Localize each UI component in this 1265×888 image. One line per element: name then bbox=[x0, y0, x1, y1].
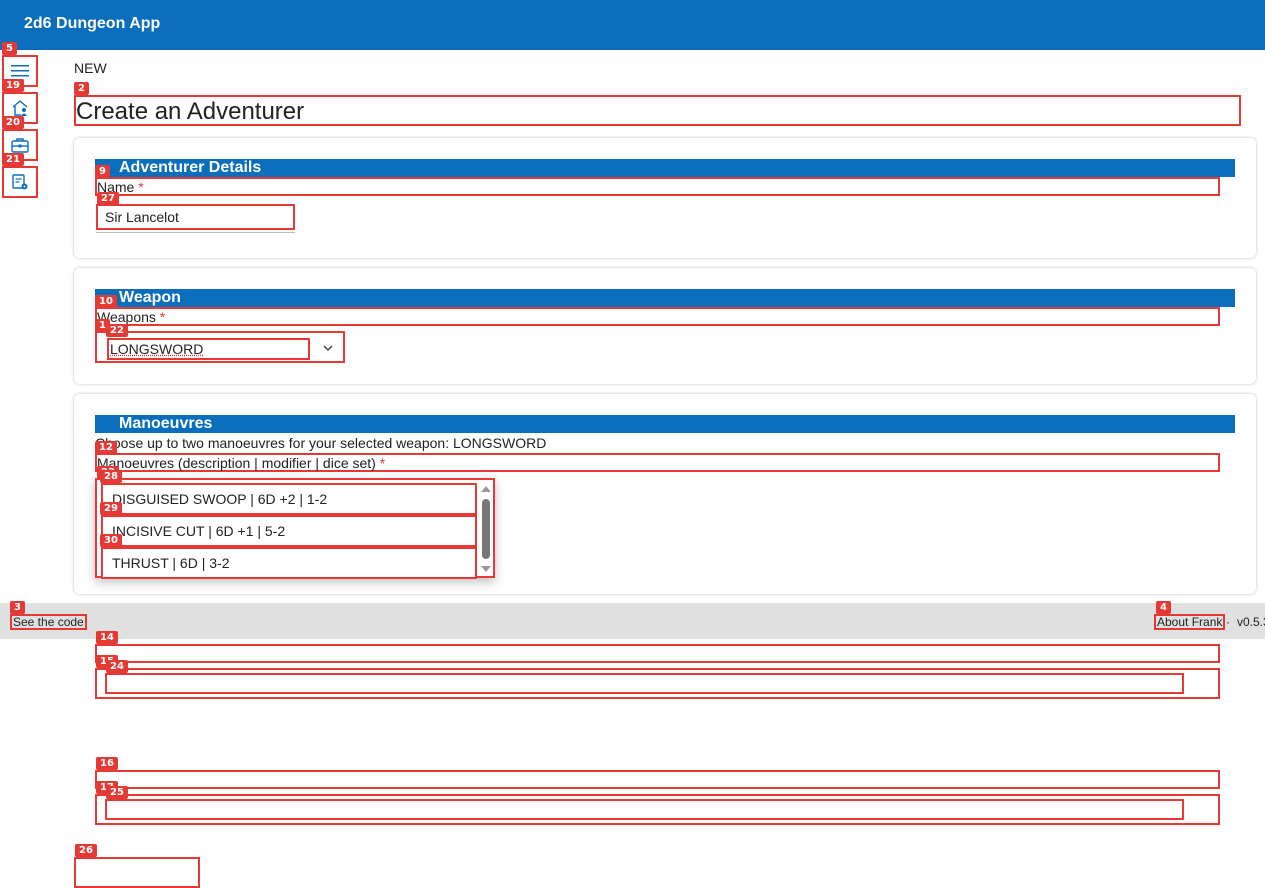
manoeuvres-listbox[interactable]: DISGUISED SWOOP | 6D +2 | 1-2 INCISIVE C… bbox=[95, 478, 495, 578]
title-badge: 2 bbox=[74, 82, 89, 95]
region-badge: 26 bbox=[75, 844, 97, 857]
weapon-heading: Weapon bbox=[95, 289, 1235, 307]
app-title: 2d6 Dungeon App bbox=[24, 15, 160, 33]
chevron-down-icon[interactable] bbox=[321, 341, 335, 355]
hidden-submit-button[interactable] bbox=[74, 857, 200, 888]
sheet-badge: 21 bbox=[2, 153, 24, 166]
hidden-field-label bbox=[95, 644, 1220, 663]
listbox-scrollbar[interactable] bbox=[479, 482, 491, 576]
app-bar: 2d6 Dungeon App bbox=[0, 0, 1265, 50]
hidden-field-input[interactable] bbox=[105, 673, 1184, 694]
option-badge: 28 bbox=[100, 470, 122, 483]
hamburger-icon bbox=[11, 64, 29, 78]
region-badge: 25 bbox=[106, 786, 128, 799]
manoeuvres-label-text: Manoeuvres (description | modifier | dic… bbox=[97, 455, 376, 471]
code-link-badge: 3 bbox=[10, 601, 25, 614]
required-marker: * bbox=[138, 179, 143, 195]
scroll-up-icon[interactable] bbox=[481, 486, 491, 492]
manoeuvres-heading: Manoeuvres bbox=[95, 415, 1235, 433]
see-the-code-link[interactable]: See the code bbox=[10, 614, 87, 630]
character-sheet-button[interactable] bbox=[2, 166, 38, 198]
details-heading: Adventurer Details bbox=[95, 159, 1235, 177]
about-link-badge: 4 bbox=[1156, 601, 1171, 614]
manoeuvre-option[interactable]: DISGUISED SWOOP | 6D +2 | 1-2 bbox=[101, 483, 477, 515]
page-title: Create an Adventurer bbox=[74, 95, 1241, 126]
details-card bbox=[74, 138, 1256, 258]
name-input-underline bbox=[96, 232, 295, 233]
manoeuvre-option[interactable]: THRUST | 6D | 3-2 bbox=[101, 547, 477, 579]
required-marker: * bbox=[160, 309, 165, 325]
option-badge: 29 bbox=[100, 502, 122, 515]
status-label: NEW bbox=[74, 60, 107, 76]
about-frank-link[interactable]: About Frank bbox=[1154, 614, 1225, 630]
hidden-field-label bbox=[95, 770, 1220, 789]
scroll-down-icon[interactable] bbox=[481, 566, 491, 572]
weapon-card bbox=[74, 268, 1256, 384]
required-marker: * bbox=[380, 455, 385, 471]
home-badge: 19 bbox=[2, 79, 24, 92]
menu-badge: 5 bbox=[2, 42, 17, 55]
version-label: v0.5.3 bbox=[1237, 614, 1265, 630]
inventory-badge: 20 bbox=[2, 116, 24, 129]
home-user-icon bbox=[11, 99, 29, 117]
scrollbar-thumb[interactable] bbox=[482, 499, 490, 559]
hidden-field-input[interactable] bbox=[105, 799, 1184, 820]
toolbox-icon bbox=[11, 137, 29, 153]
region-badge: 14 bbox=[96, 631, 118, 644]
manoeuvres-label: Manoeuvres (description | modifier | dic… bbox=[95, 453, 1220, 472]
region-badge: 24 bbox=[106, 660, 128, 673]
weapon-select-input[interactable]: LONGSWORD bbox=[107, 338, 310, 360]
weapon-value-badge: 22 bbox=[106, 324, 128, 337]
manoeuvres-label-badge: 12 bbox=[95, 441, 117, 454]
name-label: Name * bbox=[95, 177, 1220, 196]
name-label-badge: 9 bbox=[95, 165, 110, 178]
sheet-settings-icon bbox=[11, 173, 29, 191]
manoeuvre-option[interactable]: INCISIVE CUT | 6D +1 | 5-2 bbox=[101, 515, 477, 547]
name-input-badge: 27 bbox=[97, 192, 119, 205]
footer: See the code About Frank · v0.5.3 bbox=[0, 603, 1265, 639]
option-badge: 30 bbox=[100, 534, 122, 547]
weapons-label: Weapons * bbox=[95, 307, 1220, 326]
name-input[interactable]: Sir Lancelot bbox=[96, 204, 295, 230]
weapon-select[interactable]: LONGSWORD bbox=[95, 331, 345, 363]
footer-separator: · bbox=[1226, 614, 1230, 630]
manoeuvres-help: Choose up to two manoeuvres for your sel… bbox=[95, 435, 546, 451]
weapons-label-badge: 10 bbox=[95, 295, 117, 308]
region-badge: 16 bbox=[96, 757, 118, 770]
